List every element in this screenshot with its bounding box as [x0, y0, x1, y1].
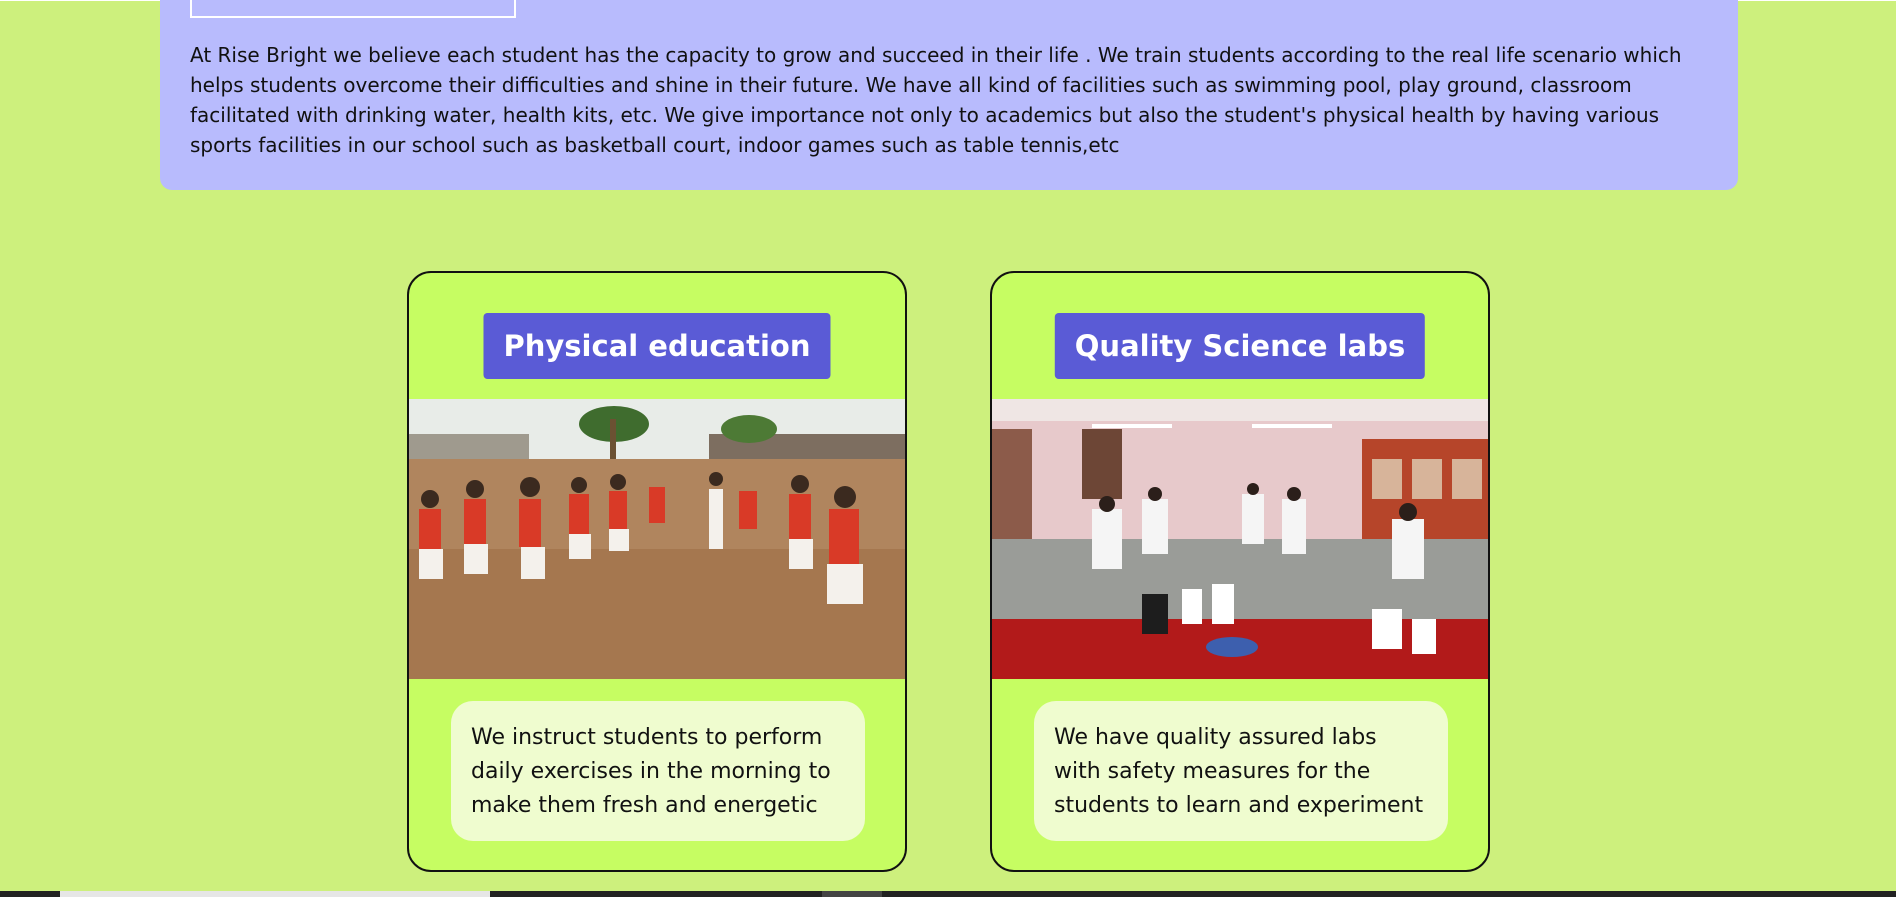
facility-card-science-labs: Quality Science labs We have quality ass… — [990, 271, 1490, 872]
taskbar-app-button[interactable] — [822, 891, 882, 897]
students-exercising-photo — [409, 399, 905, 679]
facility-card-physical-education: Physical education We instruct students … — [407, 271, 907, 872]
card-description: We instruct students to perform daily ex… — [451, 701, 865, 841]
card-title: Physical education — [483, 313, 831, 379]
about-section-input-stub[interactable] — [190, 0, 516, 18]
card-title: Quality Science labs — [1054, 313, 1426, 379]
about-section: At Rise Bright we believe each student h… — [160, 0, 1738, 190]
about-description: At Rise Bright we believe each student h… — [190, 43, 1682, 157]
science-lab-photo — [992, 399, 1488, 679]
card-description: We have quality assured labs with safety… — [1034, 701, 1448, 841]
taskbar-search-box[interactable] — [60, 891, 490, 897]
